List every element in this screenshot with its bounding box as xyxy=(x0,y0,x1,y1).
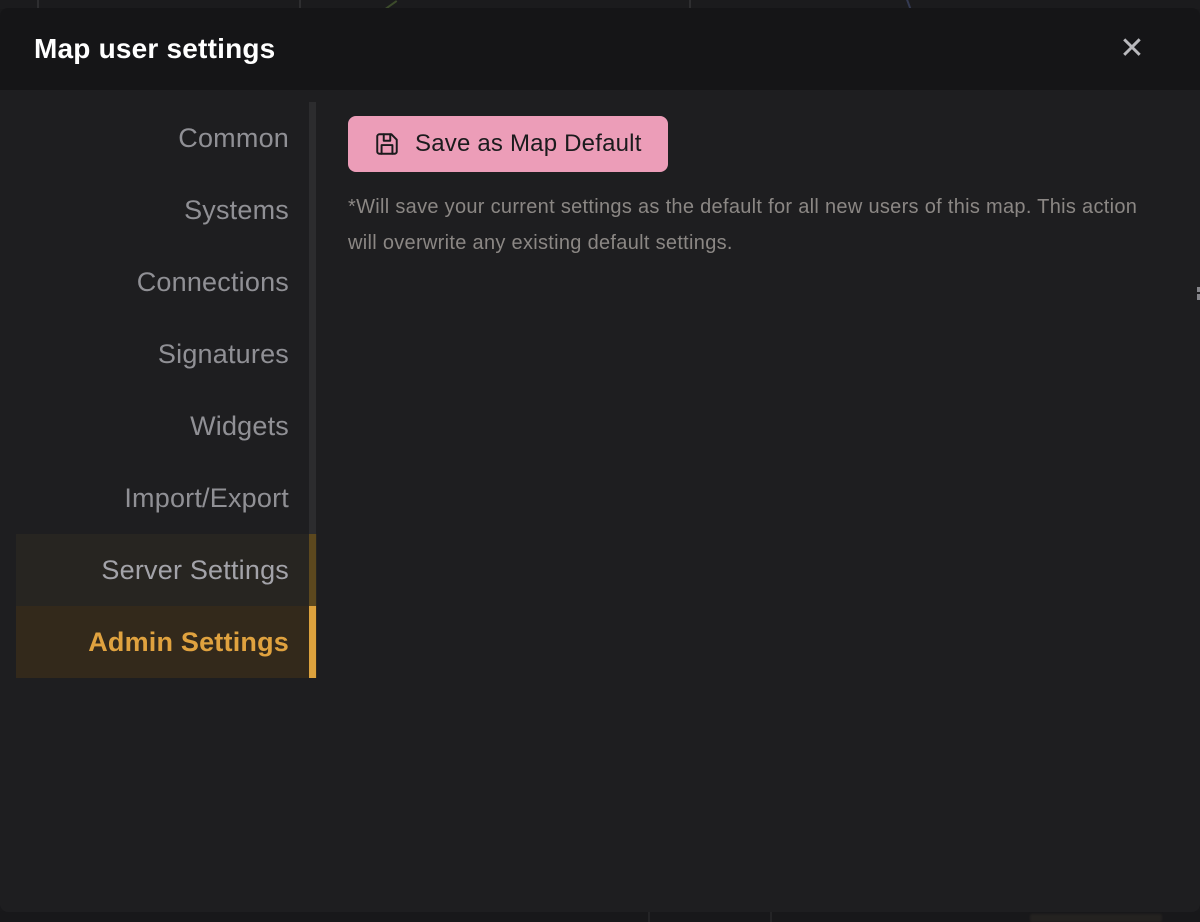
settings-sidebar: Common Systems Connections Signatures Widget… xyxy=(0,90,317,912)
sidebar-item-label: Admin Settings xyxy=(88,627,289,658)
sidebar-item-signatures[interactable]: Signatures xyxy=(16,318,317,390)
dialog-header: Map user settings ✕ xyxy=(0,8,1200,90)
background-divider xyxy=(648,911,650,922)
sidebar-item-common[interactable]: Common xyxy=(16,102,317,174)
sidebar-item-import-export[interactable]: Import/Export xyxy=(16,462,317,534)
sidebar-item-label: Widgets xyxy=(190,411,289,442)
sidebar-item-label: Systems xyxy=(184,195,289,226)
admin-settings-panel: Save as Map Default *Will save your curr… xyxy=(317,90,1200,912)
sidebar-item-systems[interactable]: Systems xyxy=(16,174,317,246)
sidebar-item-label: Common xyxy=(178,123,289,154)
close-icon: ✕ xyxy=(1119,34,1144,64)
sidebar-item-label: Connections xyxy=(137,267,289,298)
active-tab-indicator xyxy=(309,606,316,678)
sidebar-item-widgets[interactable]: Widgets xyxy=(16,390,317,462)
floppy-disk-icon xyxy=(374,131,400,157)
settings-tab-list: Common Systems Connections Signatures Widget… xyxy=(16,102,317,678)
dialog-body: Common Systems Connections Signatures Widget… xyxy=(0,90,1200,912)
sidebar-item-label: Import/Export xyxy=(124,483,289,514)
background-page-bottom-strip xyxy=(0,911,1200,922)
sidebar-item-label: Server Settings xyxy=(101,555,289,586)
sidebar-item-label: Signatures xyxy=(158,339,289,370)
save-button-label: Save as Map Default xyxy=(415,130,642,158)
sidebar-item-admin-settings[interactable]: Admin Settings xyxy=(16,606,317,678)
save-as-map-default-button[interactable]: Save as Map Default xyxy=(348,116,668,172)
map-user-settings-dialog: Map user settings ✕ Common Systems Connect… xyxy=(0,8,1200,912)
sidebar-item-server-settings[interactable]: Server Settings xyxy=(16,534,317,606)
background-divider xyxy=(770,911,772,922)
close-button[interactable]: ✕ xyxy=(1112,29,1152,69)
tab-indicator xyxy=(309,534,316,606)
background-faint-text xyxy=(1030,914,1162,922)
admin-note: *Will save your current settings as the … xyxy=(348,189,1148,261)
sidebar-item-connections[interactable]: Connections xyxy=(16,246,317,318)
dialog-title: Map user settings xyxy=(34,33,275,65)
